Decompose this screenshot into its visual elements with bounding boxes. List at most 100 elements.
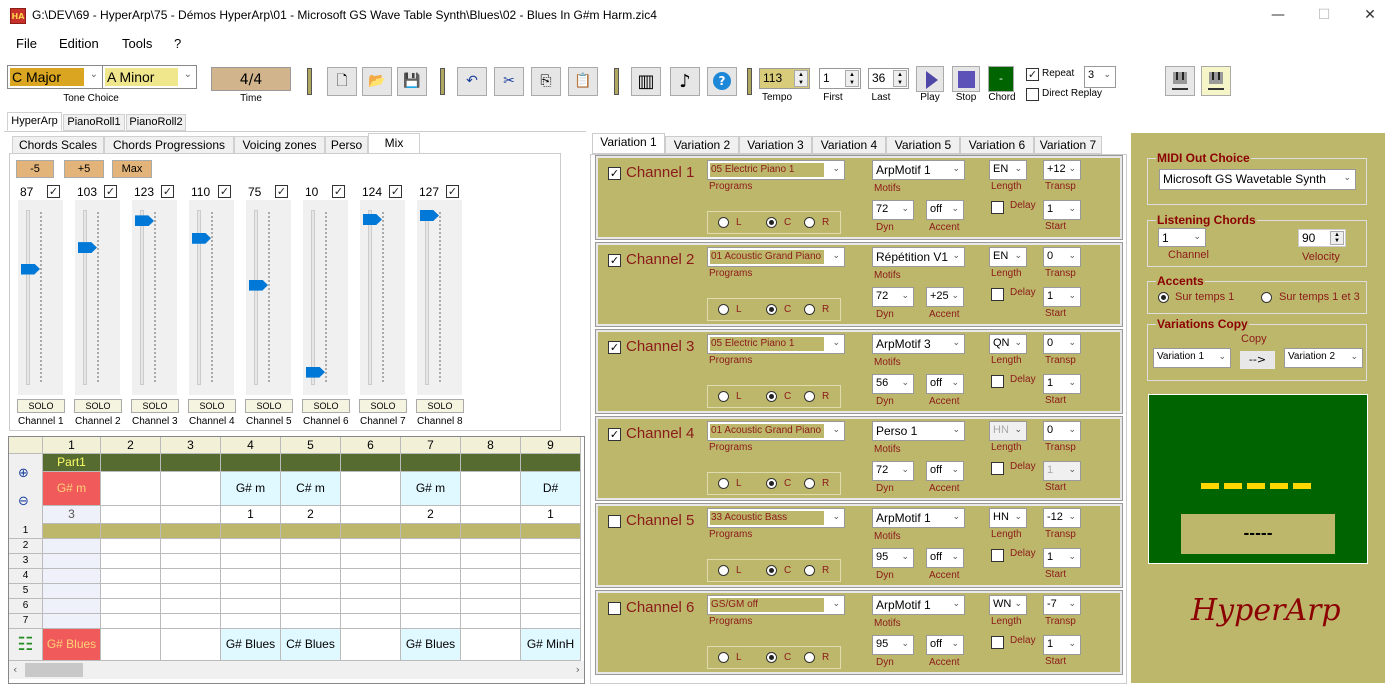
voice-cell[interactable] — [281, 539, 341, 554]
column-header[interactable]: 8 — [461, 437, 521, 454]
voice-cell[interactable] — [101, 554, 161, 569]
voice-cell[interactable] — [161, 584, 221, 599]
tone-minor-select[interactable]: A Minor ⌄ — [102, 65, 197, 89]
volume-slider[interactable] — [360, 200, 405, 395]
tab-variation-5[interactable]: Variation 5 — [886, 136, 960, 154]
volume-slider[interactable] — [18, 200, 63, 395]
voice-cell[interactable] — [43, 539, 101, 554]
zoom-in-icon[interactable]: ⊕ — [18, 466, 29, 481]
spinner-arrows-icon[interactable]: ▲ ▼ — [1330, 231, 1344, 245]
voice-cell[interactable] — [341, 539, 401, 554]
voice-cell[interactable] — [161, 569, 221, 584]
voice-cell[interactable] — [101, 614, 161, 629]
delay-checkbox[interactable] — [991, 375, 1004, 388]
pan-r-radio[interactable] — [804, 652, 815, 663]
delay-checkbox[interactable] — [991, 636, 1004, 649]
save-disk-icon[interactable]: 💾 — [397, 67, 427, 96]
spinner-arrows-icon[interactable]: ▲ ▼ — [893, 70, 907, 87]
part-cell[interactable] — [221, 454, 281, 472]
chord-cell[interactable]: G# m — [221, 472, 281, 506]
scale-cell[interactable]: G# Blues — [43, 629, 101, 661]
voice-cell[interactable] — [461, 614, 521, 629]
voice-cell[interactable] — [401, 569, 461, 584]
close-button[interactable]: ✕ — [1347, 0, 1393, 30]
chord-cell[interactable]: G# m — [401, 472, 461, 506]
dyn-select[interactable]: 56 ⌄ — [872, 374, 914, 394]
voice-cell[interactable] — [521, 569, 581, 584]
listening-channel-select[interactable]: 1 ⌄ — [1158, 228, 1206, 247]
voice-cell[interactable] — [221, 539, 281, 554]
channel-enable-checkbox[interactable] — [608, 515, 621, 528]
column-header[interactable]: 3 — [161, 437, 221, 454]
transpose-select[interactable]: 0 ⌄ — [1043, 247, 1081, 267]
slider-thumb[interactable] — [420, 210, 439, 221]
solo-button[interactable]: SOLO — [245, 399, 293, 413]
count-cell[interactable]: 1 — [521, 506, 581, 524]
volume-plus-5-button[interactable]: +5 — [64, 160, 104, 178]
voice-cell[interactable] — [401, 599, 461, 614]
voice-cell[interactable] — [101, 599, 161, 614]
program-select[interactable]: 05 Electric Piano 1 ⌄ — [707, 160, 845, 180]
delay-checkbox[interactable] — [991, 201, 1004, 214]
part-cell[interactable] — [401, 454, 461, 472]
column-header[interactable]: 7 — [401, 437, 461, 454]
voice-cell[interactable] — [221, 554, 281, 569]
tab-variation-7[interactable]: Variation 7 — [1034, 136, 1102, 154]
accent-select[interactable]: off ⌄ — [926, 548, 964, 568]
start-select[interactable]: 1 ⌄ — [1043, 374, 1081, 394]
zoom-out-icon[interactable]: ⊖ — [18, 494, 29, 509]
length-select[interactable]: WN ⌄ — [989, 595, 1027, 615]
piano-keyboard-button-1[interactable] — [1165, 66, 1195, 96]
count-cell[interactable]: 3 — [43, 506, 101, 524]
pan-l-radio[interactable] — [718, 304, 729, 315]
part-cell[interactable] — [161, 454, 221, 472]
midi-out-select[interactable]: Microsoft GS Wavetable Synth ⌄ — [1159, 169, 1356, 190]
paste-icon[interactable]: 📋 — [568, 67, 598, 96]
cut-icon[interactable]: ✂ — [494, 67, 524, 96]
part-cell[interactable] — [281, 454, 341, 472]
channel-enable-checkbox[interactable]: ✓ — [332, 185, 345, 198]
scale-cell[interactable] — [341, 629, 401, 661]
start-select[interactable]: 1 ⌄ — [1043, 635, 1081, 655]
voice-cell[interactable] — [401, 524, 461, 539]
count-cell[interactable] — [101, 506, 161, 524]
solo-button[interactable]: SOLO — [188, 399, 236, 413]
voice-cell[interactable] — [461, 599, 521, 614]
count-cell[interactable] — [161, 506, 221, 524]
voice-cell[interactable] — [221, 599, 281, 614]
voice-cell[interactable] — [401, 554, 461, 569]
pan-c-radio[interactable] — [766, 391, 777, 402]
voice-cell[interactable] — [43, 569, 101, 584]
volume-slider[interactable] — [303, 200, 348, 395]
voice-cell[interactable] — [43, 554, 101, 569]
scroll-left-icon[interactable]: ‹ — [13, 663, 17, 676]
motif-select[interactable]: Répétition V1 ⌄ — [872, 247, 965, 267]
pan-r-radio[interactable] — [804, 565, 815, 576]
copy-to-select[interactable]: Variation 2 ⌄ — [1284, 348, 1363, 368]
voice-cell[interactable] — [341, 584, 401, 599]
copy-from-select[interactable]: Variation 1 ⌄ — [1153, 348, 1231, 368]
tab-perso[interactable]: Perso — [325, 136, 368, 154]
scale-cell[interactable] — [161, 629, 221, 661]
voice-cell[interactable] — [521, 524, 581, 539]
voice-cell[interactable] — [281, 584, 341, 599]
scrollbar-thumb[interactable] — [25, 663, 83, 677]
dyn-select[interactable]: 72 ⌄ — [872, 287, 914, 307]
program-select[interactable]: 01 Acoustic Grand Piano ⌄ — [707, 421, 845, 441]
program-select[interactable]: 05 Electric Piano 1 ⌄ — [707, 334, 845, 354]
voice-cell[interactable] — [461, 554, 521, 569]
play-button[interactable] — [916, 66, 944, 92]
transpose-select[interactable]: -12 ⌄ — [1043, 508, 1081, 528]
length-select[interactable]: HN ⌄ — [989, 508, 1027, 528]
voice-cell[interactable] — [161, 524, 221, 539]
column-header[interactable]: 1 — [43, 437, 101, 454]
accent-select[interactable]: off ⌄ — [926, 200, 964, 220]
solo-button[interactable]: SOLO — [74, 399, 122, 413]
maximize-button[interactable]: ☐ — [1301, 0, 1347, 30]
solo-button[interactable]: SOLO — [131, 399, 179, 413]
voice-cell[interactable] — [341, 524, 401, 539]
slider-thumb[interactable] — [21, 263, 40, 275]
pan-l-radio[interactable] — [718, 565, 729, 576]
channel-enable-checkbox[interactable]: ✓ — [389, 185, 402, 198]
scale-cell[interactable]: G# Blues — [401, 629, 461, 661]
